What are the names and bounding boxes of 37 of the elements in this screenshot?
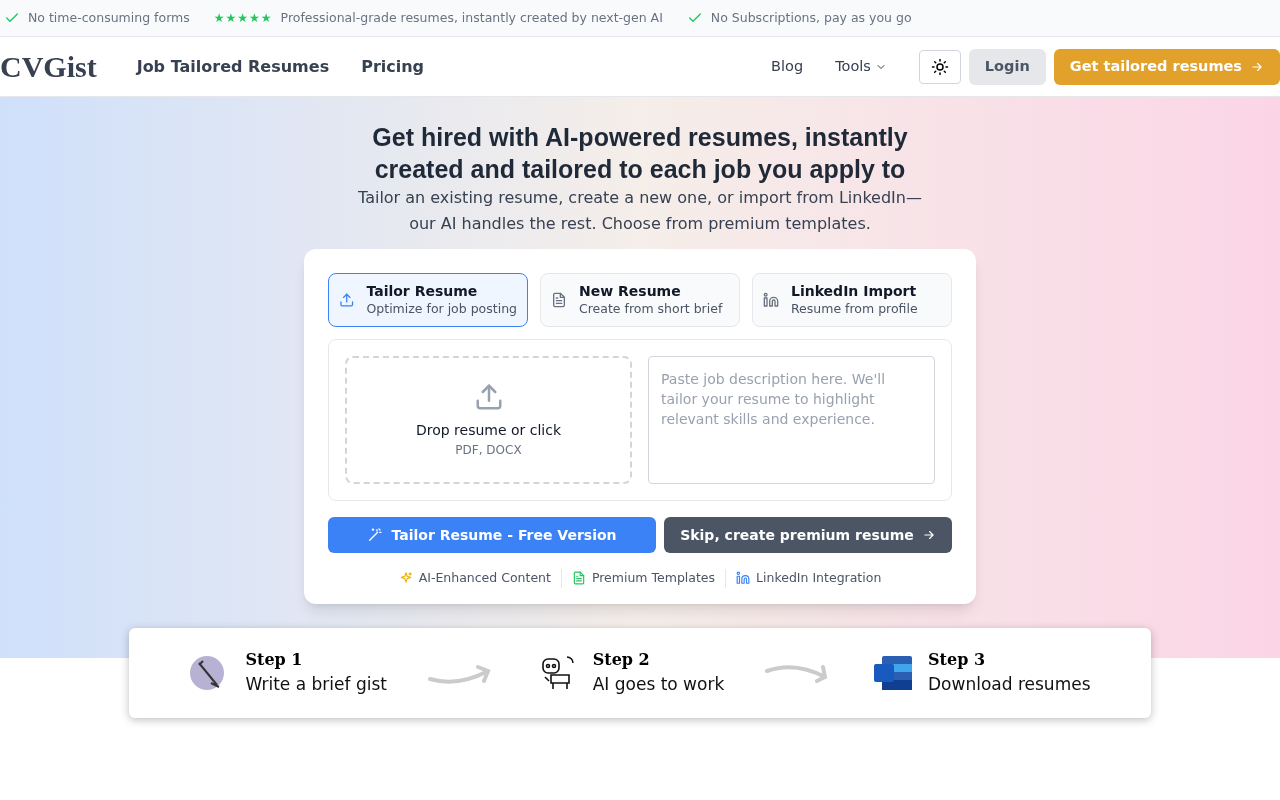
mode-tab[interactable]: New Resume Create from short brief bbox=[540, 273, 740, 327]
nav-link[interactable]: Job Tailored Resumes bbox=[120, 54, 346, 79]
login-button[interactable]: Login bbox=[968, 48, 1046, 85]
logo[interactable]: CVGist bbox=[0, 44, 121, 89]
step-title: Step 1 bbox=[245, 649, 304, 672]
benefit-text: Professional-grade resumes, instantly created by next-gen AI bbox=[280, 8, 663, 27]
benefit-text: No Subscriptions, pay as you go bbox=[710, 8, 912, 27]
nav-link[interactable]: Blog bbox=[755, 55, 820, 78]
step-text: Download resumes bbox=[928, 673, 1091, 697]
theme-toggle-button[interactable] bbox=[918, 49, 961, 84]
feature-label: LinkedIn Integration bbox=[756, 569, 882, 587]
hero-subtitle: Tailor an existing resume, create a new one, or import from LinkedIn—our AI handles the rest. Choose from premium templates. bbox=[357, 187, 923, 235]
sun-icon bbox=[930, 57, 949, 76]
nav-link[interactable]: Pricing bbox=[345, 54, 441, 79]
document-icon bbox=[571, 571, 586, 586]
linkedin-icon bbox=[736, 571, 751, 586]
hero-title: Get hired with AI-powered resumes, instantly created and tailored to each job you apply to bbox=[371, 122, 909, 185]
document-icon bbox=[551, 292, 567, 308]
feature-label: Premium Templates bbox=[591, 569, 716, 587]
tools-menu[interactable]: Tools bbox=[819, 55, 903, 78]
mode-tab[interactable]: Tailor Resume Optimize for job posting bbox=[328, 273, 528, 327]
step-title: Step 2 bbox=[592, 649, 651, 672]
star-rating: ★★★★★ bbox=[213, 10, 273, 27]
resume-dropzone[interactable]: Drop resume or click PDF, DOCX bbox=[345, 356, 632, 484]
arrow-right-icon bbox=[921, 528, 936, 542]
step-text: AI goes to work bbox=[592, 673, 725, 697]
step-text: Write a brief gist bbox=[245, 673, 387, 697]
benefit-text: No time-consuming forms bbox=[28, 8, 190, 27]
linkedin-icon bbox=[763, 292, 779, 308]
mode-tab[interactable]: LinkedIn Import Resume from profile bbox=[752, 273, 952, 327]
magic-wand-icon bbox=[367, 527, 384, 543]
job-description-field[interactable]: Paste job description here. We'll tailor your resume to highlight relevant skills and experience. bbox=[648, 356, 935, 484]
tailor-resume-button[interactable]: Tailor Resume - Free Version bbox=[328, 517, 656, 553]
step-title: Step 3 bbox=[928, 649, 987, 672]
upload-icon bbox=[339, 291, 355, 309]
feature-label: AI-Enhanced Content bbox=[418, 569, 551, 587]
premium-resume-button[interactable]: Skip, create premium resume bbox=[664, 517, 952, 553]
